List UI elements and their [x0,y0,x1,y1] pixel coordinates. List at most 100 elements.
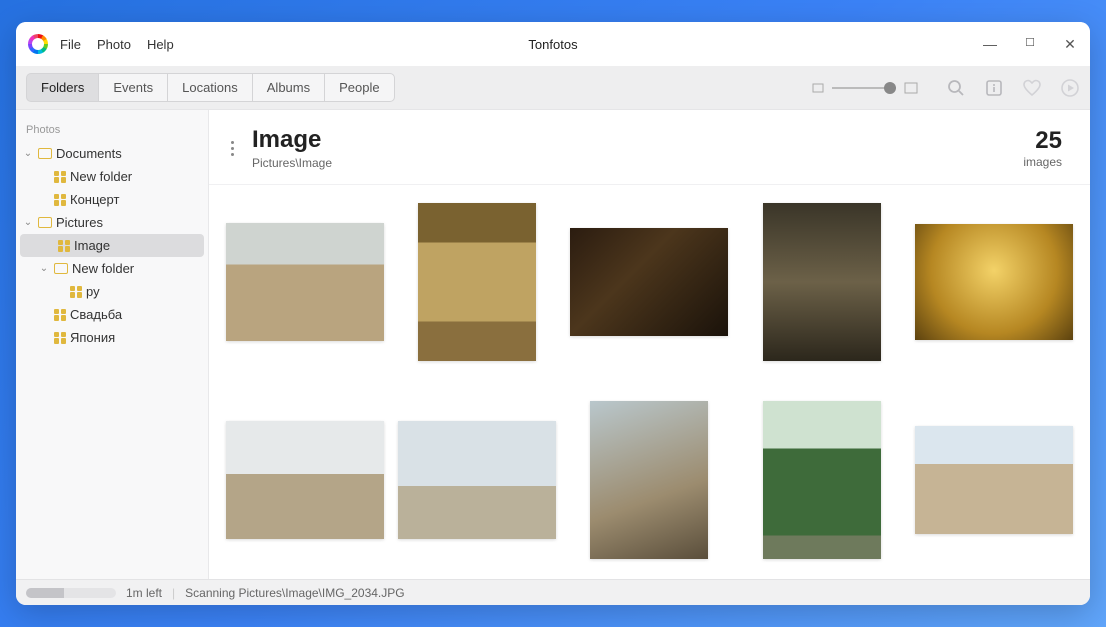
titlebar: File Photo Help Tonfotos — ☐ ✕ [16,22,1090,66]
thumbnail[interactable] [398,401,556,559]
thumbnail-image [590,401,708,559]
thumbnail-size-slider[interactable] [812,82,918,94]
thumbnail-image [418,203,536,361]
thumb-large-icon [904,82,918,94]
tab-events[interactable]: Events [98,73,167,102]
collection-icon [54,309,66,321]
thumbnail-image [226,421,384,539]
thumbnail[interactable] [915,203,1073,361]
titles: Image Pictures\Image [252,126,332,170]
folder-icon [38,217,52,228]
thumb-small-icon [812,82,824,94]
thumbnail[interactable] [398,203,556,361]
chevron-down-icon[interactable]: ⌄ [38,263,50,274]
thumbnail[interactable] [570,203,728,361]
collection-icon [58,240,70,252]
body: Photos ⌄ Documents New folder Концерт ⌄ … [16,110,1090,579]
count-number: 25 [1023,127,1062,155]
minimize-button[interactable]: — [982,36,998,53]
breadcrumb: Pictures\Image [252,156,332,170]
tree-item-documents[interactable]: ⌄ Documents [16,142,208,165]
tree-label: Свадьба [70,307,122,322]
thumbnail-row [219,401,1080,559]
tree-label: ру [86,284,100,299]
thumbnail[interactable] [915,401,1073,559]
tree-label: New folder [70,169,132,184]
folder-icon [38,148,52,159]
chevron-down-icon[interactable]: ⌄ [22,148,34,159]
info-icon[interactable] [984,78,1004,98]
collection-icon [54,194,66,206]
tree-label: Image [74,238,110,253]
tree-item-pictures[interactable]: ⌄ Pictures [16,211,208,234]
main-panel: Image Pictures\Image 25 images [208,110,1090,579]
page-title: Image [252,126,332,154]
thumbnail-image [570,228,728,336]
progress-bar [26,588,116,598]
tree-item-japan[interactable]: Япония [16,326,208,349]
thumbnail-row [219,203,1080,361]
collection-icon [54,332,66,344]
app-logo-icon [28,34,48,54]
image-count: 25 images [1023,127,1062,169]
tab-albums[interactable]: Albums [252,73,324,102]
thumbnail-image [398,421,556,539]
tab-folders[interactable]: Folders [26,73,98,102]
sidebar-section-label: Photos [16,120,208,142]
collection-icon [70,286,82,298]
tree-label: Япония [70,330,115,345]
time-left: 1m left [126,586,162,600]
tree-label: Pictures [56,215,103,230]
more-menu-button[interactable] [227,137,238,160]
toolbar-right-icons [946,78,1080,98]
menu-file[interactable]: File [60,37,81,52]
search-icon[interactable] [946,78,966,98]
tab-people[interactable]: People [324,73,394,102]
tree-label: New folder [72,261,134,276]
thumbnail-image [763,203,881,361]
tree-item-concert[interactable]: Концерт [16,188,208,211]
view-tabs: Folders Events Locations Albums People [26,73,395,102]
tree-label: Концерт [70,192,119,207]
slider-track[interactable] [832,87,896,89]
app-title: Tonfotos [528,37,577,52]
statusbar: 1m left | Scanning Pictures\Image\IMG_20… [16,579,1090,605]
toolbar: Folders Events Locations Albums People [16,66,1090,110]
count-label: images [1023,155,1062,169]
thumbnail-image [226,223,384,341]
main-header: Image Pictures\Image 25 images [209,110,1090,185]
thumbnail-image [915,224,1073,340]
progress-fill [26,588,64,598]
play-icon[interactable] [1060,78,1080,98]
heart-icon[interactable] [1022,78,1042,98]
thumbnail[interactable] [226,203,384,361]
separator: | [172,586,175,600]
maximize-button[interactable]: ☐ [1022,36,1038,53]
tree-item-image[interactable]: Image [20,234,204,257]
thumbnail[interactable] [743,203,901,361]
thumbnail-image [915,426,1073,534]
chevron-down-icon[interactable]: ⌄ [22,217,34,228]
sidebar: Photos ⌄ Documents New folder Концерт ⌄ … [16,110,208,579]
close-button[interactable]: ✕ [1062,36,1078,53]
tree-label: Documents [56,146,122,161]
thumbnail-grid [209,185,1090,579]
tree-item-new-folder-2[interactable]: ⌄ New folder [16,257,208,280]
window: File Photo Help Tonfotos — ☐ ✕ Folders E… [16,22,1090,605]
menu-help[interactable]: Help [147,37,174,52]
slider-thumb[interactable] [884,82,896,94]
tree-item-wedding[interactable]: Свадьба [16,303,208,326]
collection-icon [54,171,66,183]
tree-item-ru[interactable]: ру [16,280,208,303]
menu-photo[interactable]: Photo [97,37,131,52]
menubar: File Photo Help [60,37,174,52]
tree-item-new-folder-1[interactable]: New folder [16,165,208,188]
tab-locations[interactable]: Locations [167,73,252,102]
thumbnail[interactable] [570,401,728,559]
window-controls: — ☐ ✕ [982,36,1078,53]
status-text: Scanning Pictures\Image\IMG_2034.JPG [185,586,404,600]
thumbnail[interactable] [743,401,901,559]
thumbnail[interactable] [226,401,384,559]
thumbnail-image [763,401,881,559]
folder-icon [54,263,68,274]
